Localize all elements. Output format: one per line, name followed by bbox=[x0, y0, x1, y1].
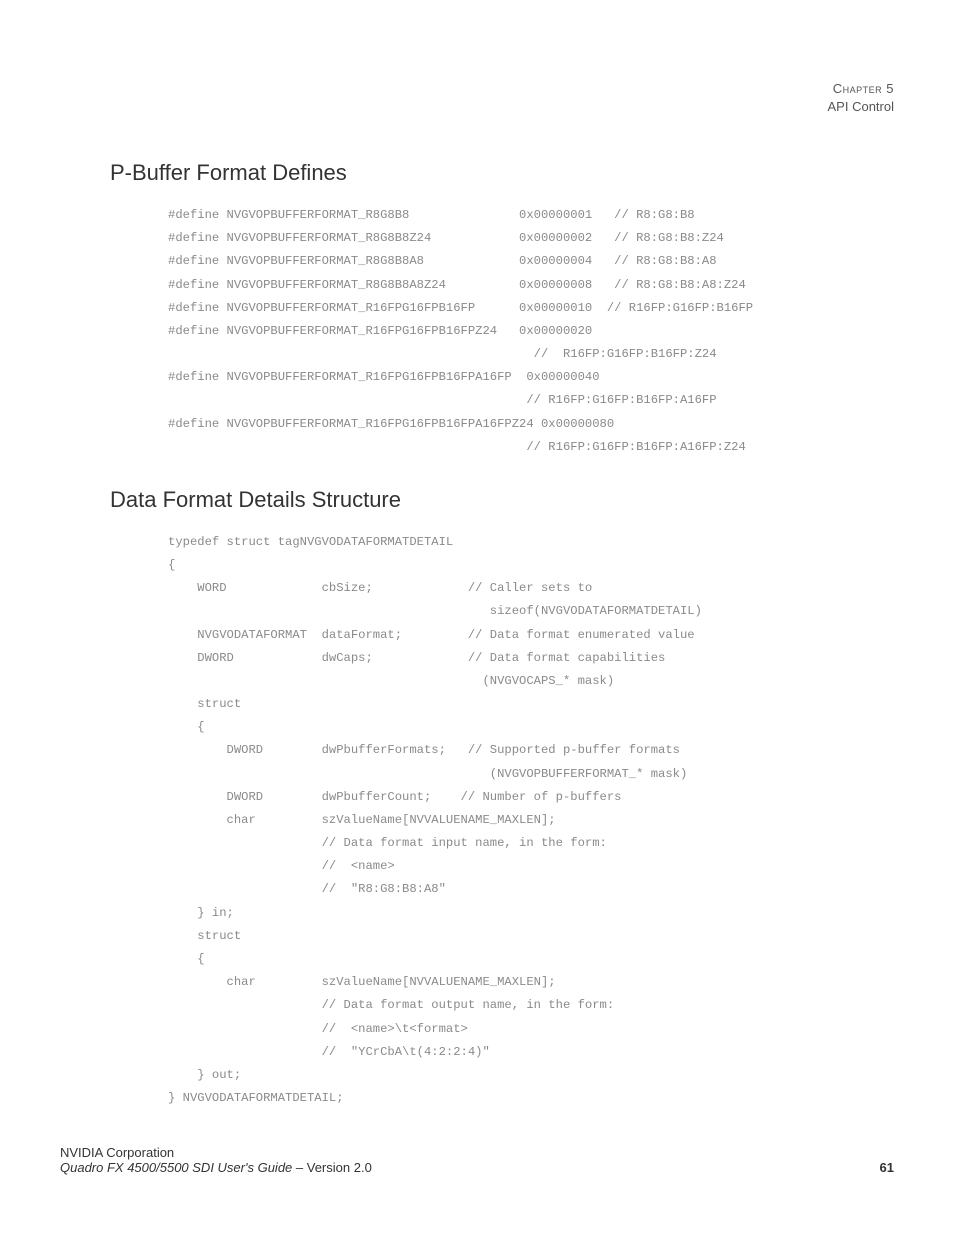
page-footer: NVIDIA Corporation Quadro FX 4500/5500 S… bbox=[60, 1145, 894, 1175]
footer-company: NVIDIA Corporation bbox=[60, 1145, 894, 1160]
code-block-dataformat: typedef struct tagNVGVODATAFORMATDETAIL … bbox=[168, 531, 894, 1110]
page-content: Chapter 5 API Control P-Buffer Format De… bbox=[0, 0, 954, 1235]
footer-doc-title: Quadro FX 4500/5500 SDI User's Guide bbox=[60, 1160, 292, 1175]
footer-version-sep: – bbox=[292, 1160, 306, 1175]
page-number: 61 bbox=[880, 1160, 894, 1175]
footer-version: Version 2.0 bbox=[307, 1160, 372, 1175]
chapter-title: API Control bbox=[828, 99, 894, 114]
page-header: Chapter 5 API Control bbox=[828, 80, 894, 116]
section-heading-dataformat: Data Format Details Structure bbox=[110, 487, 894, 513]
code-block-pbuffer: #define NVGVOPBUFFERFORMAT_R8G8B8 0x0000… bbox=[168, 204, 894, 459]
section-heading-pbuffer: P-Buffer Format Defines bbox=[110, 160, 894, 186]
chapter-label: Chapter 5 bbox=[833, 81, 894, 96]
